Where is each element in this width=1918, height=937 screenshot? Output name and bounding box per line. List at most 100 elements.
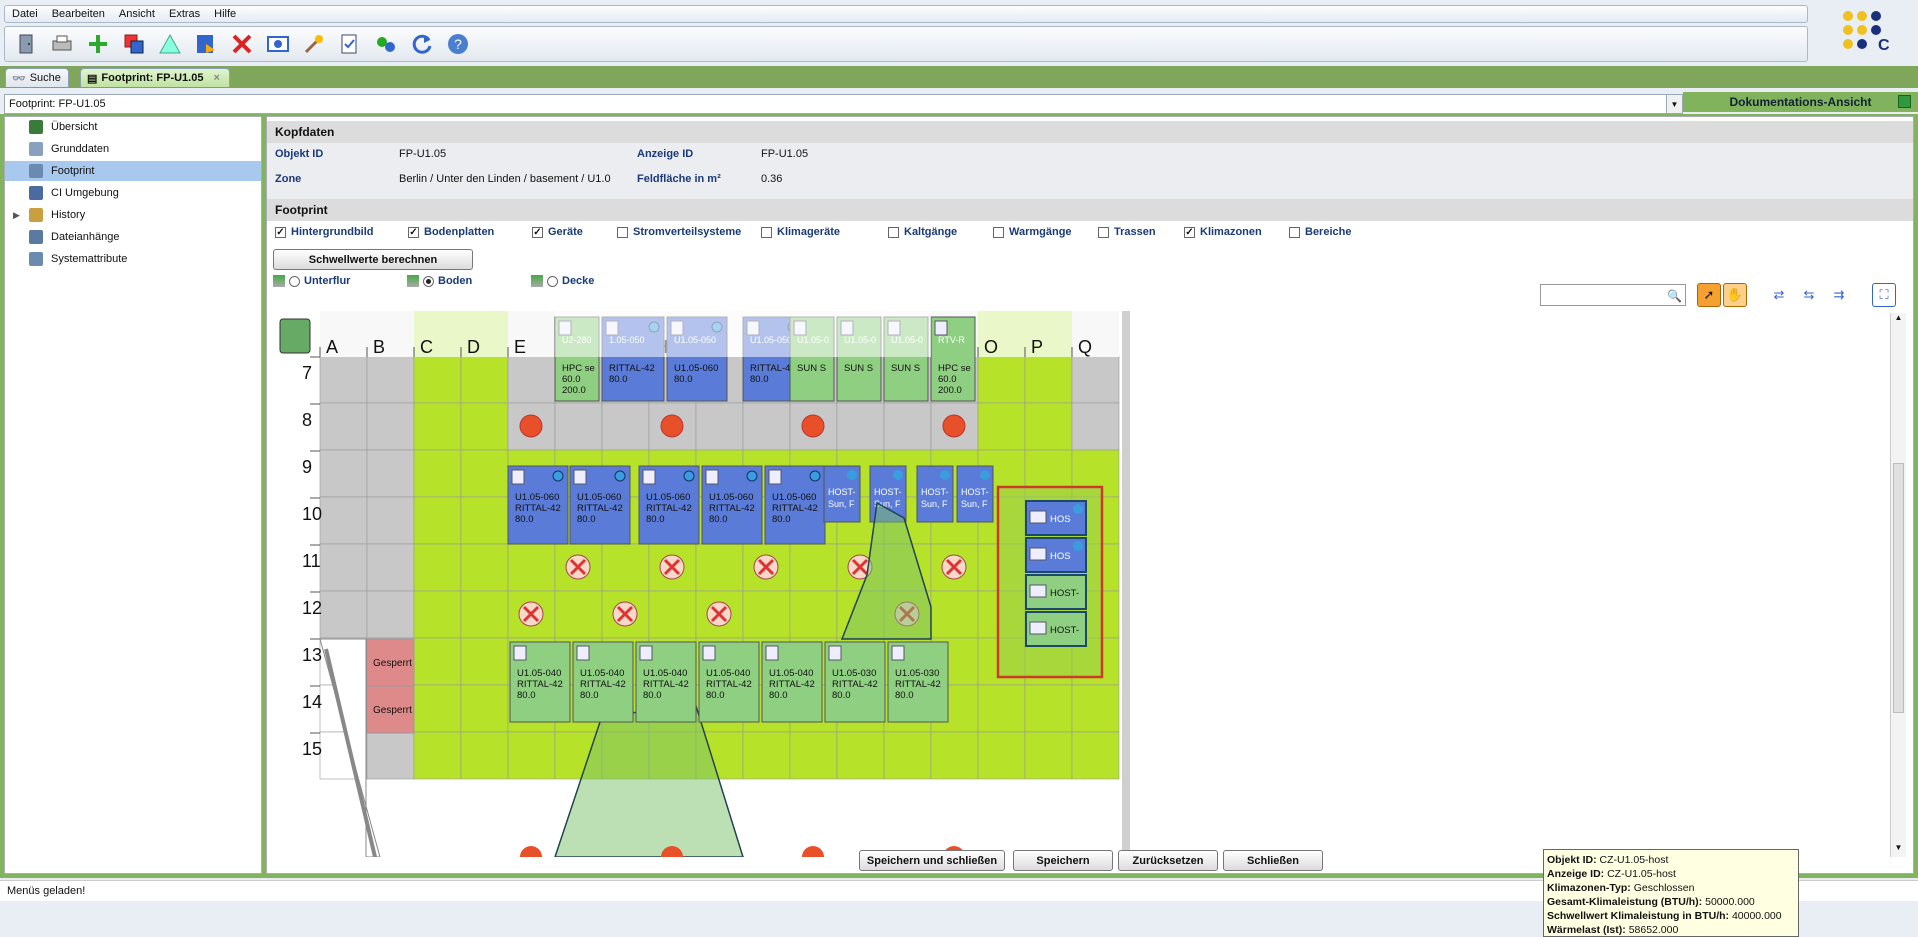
hand-tool-icon[interactable]: ✋ (1723, 283, 1747, 307)
copy-icon[interactable] (121, 31, 147, 57)
checklist-icon[interactable] (337, 31, 363, 57)
tab-footprint[interactable]: ▤ Footprint: FP-U1.05 × (80, 68, 230, 87)
cb-label: Stromverteilsysteme (633, 226, 742, 238)
info-icon[interactable] (265, 31, 291, 57)
search-input[interactable] (1540, 284, 1686, 306)
reset-button[interactable]: Zurücksetzen (1118, 850, 1218, 871)
delete-icon[interactable] (229, 31, 255, 57)
close-icon[interactable]: × (213, 72, 219, 84)
print-icon[interactable] (49, 31, 75, 57)
connect-icon[interactable]: ⇄ (1767, 283, 1791, 307)
connect-left-icon[interactable]: ⇆ (1797, 283, 1821, 307)
rack-text: SUN S (844, 363, 873, 374)
rack-text: RITTAL-42 (769, 679, 815, 690)
menu-datei[interactable]: Datei (5, 8, 45, 20)
radio-button[interactable] (547, 275, 558, 287)
checkbox[interactable] (888, 226, 899, 238)
menu-extras[interactable]: Extras (162, 8, 207, 20)
radio-button[interactable] (289, 275, 300, 287)
scroll-down-icon[interactable]: ▼ (1891, 843, 1906, 857)
schwellwerte-button[interactable]: Schwellwerte berechnen (273, 249, 473, 270)
sidebar-item-systemattribute[interactable]: Systemattribute (5, 249, 261, 269)
menu-hilfe[interactable]: Hilfe (207, 8, 243, 20)
checkbox[interactable]: ✓ (408, 226, 419, 238)
rack-text: U1.05-040 (517, 668, 561, 679)
door-icon[interactable] (13, 31, 39, 57)
sidebar-item-footprint[interactable]: Footprint (5, 161, 261, 181)
cb-trassen[interactable]: Trassen (1098, 226, 1156, 238)
connect-right-icon[interactable]: ⇉ (1827, 283, 1851, 307)
cb-bodenplatten[interactable]: ✓ Bodenplatten (408, 226, 494, 238)
sidebar-item-dateianhaenge[interactable]: Dateianhänge (5, 227, 261, 247)
wand-icon[interactable] (301, 31, 327, 57)
tooltip-value: 50000.000 (1705, 896, 1755, 908)
radio-boden[interactable]: Boden (407, 275, 472, 287)
scroll-up-icon[interactable]: ▲ (1891, 313, 1906, 327)
cb-kaltgaenge[interactable]: Kaltgänge (888, 226, 957, 238)
radio-decke[interactable]: Decke (531, 275, 594, 287)
cb-stromverteilsysteme[interactable]: Stromverteilsysteme (617, 226, 741, 238)
save-close-button[interactable]: Speichern und schließen (859, 850, 1005, 871)
export-icon[interactable] (193, 31, 219, 57)
checkbox[interactable] (617, 226, 628, 238)
checkbox[interactable] (1098, 226, 1109, 238)
floor-tile (413, 684, 462, 733)
checkbox[interactable]: ✓ (275, 226, 286, 238)
kopfdaten-header: Kopfdaten (267, 121, 1913, 143)
checkbox[interactable] (993, 226, 1004, 238)
floor-tile (319, 355, 368, 404)
rack-text: 80.0 (832, 690, 851, 701)
pointer-tool-icon[interactable]: ➚ (1697, 283, 1721, 307)
triangle-icon[interactable] (157, 31, 183, 57)
svg-text:?: ? (454, 36, 462, 52)
row-label: 13 (302, 645, 322, 665)
sidebar-item-history[interactable]: ▶ History (5, 205, 261, 225)
sidebar-item-uebersicht[interactable]: Übersicht (5, 117, 261, 137)
toolbar: ? (4, 26, 1808, 62)
search-icon[interactable]: 🔍 (1667, 289, 1682, 303)
menu-bearbeiten[interactable]: Bearbeiten (45, 8, 112, 20)
chevron-down-icon[interactable]: ▼ (1666, 95, 1682, 113)
radio-unterflur[interactable]: Unterflur (273, 275, 350, 287)
address-text: Footprint: FP-U1.05 (9, 98, 106, 110)
checkbox[interactable]: ✓ (1184, 226, 1195, 238)
cb-geraete[interactable]: ✓ Geräte (532, 226, 583, 238)
doc-view-icon[interactable] (1898, 95, 1911, 108)
radio-button[interactable] (423, 275, 434, 287)
cb-klimageraete[interactable]: Klimageräte (761, 226, 840, 238)
refresh-icon[interactable] (409, 31, 435, 57)
sidebar-item-ci-umgebung[interactable]: CI Umgebung (5, 183, 261, 203)
network-badge-icon (980, 470, 990, 480)
floor-tile (789, 731, 838, 780)
floor-tile (742, 402, 791, 451)
checkbox[interactable] (1289, 226, 1300, 238)
host-text: HOST- (961, 487, 989, 497)
tab-suche[interactable]: 👓 Suche (5, 68, 69, 87)
sidebar-item-grunddaten[interactable]: Grunddaten (5, 139, 261, 159)
group-icon[interactable] (373, 31, 399, 57)
checkbox[interactable] (761, 226, 772, 238)
server-icon (702, 645, 716, 661)
floor-tile (1071, 684, 1120, 733)
cb-warmgaenge[interactable]: Warmgänge (993, 226, 1072, 238)
tooltip-key: Anzeige ID: (1547, 868, 1605, 880)
help-icon[interactable]: ? (445, 31, 471, 57)
close-button[interactable]: Schließen (1223, 850, 1323, 871)
expand-arrow-icon[interactable]: ▶ (13, 210, 20, 221)
column-label: O (984, 337, 998, 357)
add-icon[interactable] (85, 31, 111, 57)
cb-bereiche[interactable]: Bereiche (1289, 226, 1351, 238)
menu-ansicht[interactable]: Ansicht (112, 8, 162, 20)
floor-tile (460, 543, 509, 592)
vertical-scrollbar[interactable]: ▲ ▼ (1890, 313, 1906, 857)
cb-hintergrundbild[interactable]: ✓ Hintergrundbild (275, 226, 374, 238)
save-button[interactable]: Speichern (1013, 850, 1113, 871)
address-combobox[interactable]: Footprint: FP-U1.05 (4, 94, 1683, 114)
fit-view-icon[interactable]: ⛶ (1872, 283, 1896, 307)
cb-label: Klimazonen (1200, 226, 1262, 238)
cb-klimazonen[interactable]: ✓ Klimazonen (1184, 226, 1262, 238)
rack-text: 80.0 (517, 690, 536, 701)
scroll-thumb[interactable] (1893, 463, 1904, 713)
checkbox[interactable]: ✓ (532, 226, 543, 238)
footprint-canvas[interactable]: ABCDEFGHIJKLMNOPQ789101112131415Gesperrt… (272, 311, 1897, 857)
